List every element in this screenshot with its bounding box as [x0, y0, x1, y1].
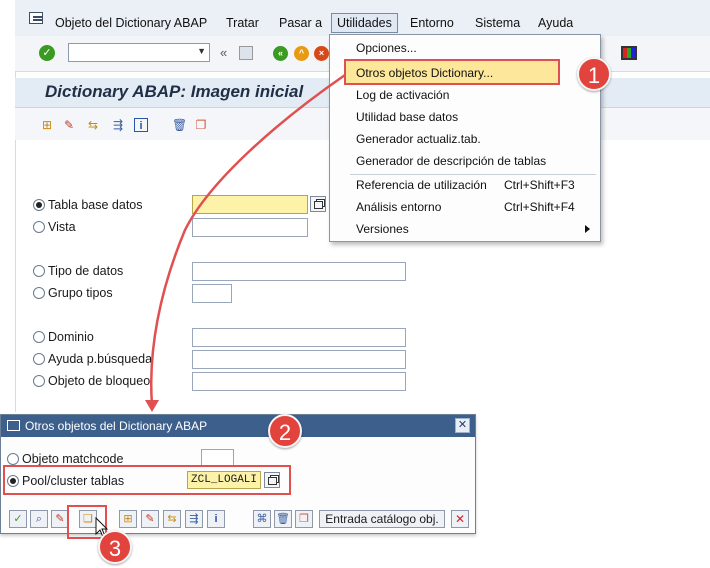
delete-icon[interactable]: 🗑 — [172, 118, 187, 132]
entrada-catalogo-button[interactable]: Entrada catálogo obj. — [319, 510, 445, 528]
option-label: Ayuda p.búsqueda — [48, 352, 153, 366]
f4-help-button[interactable] — [310, 196, 326, 212]
edit-icon[interactable]: ✎ — [141, 510, 159, 528]
menu-otros-objetos-dictionary[interactable]: Otros objetos Dictionary... — [356, 66, 493, 80]
step-badge-1: 1 — [577, 57, 611, 91]
dialog-title: Otros objetos del Dictionary ABAP — [25, 419, 208, 433]
collapse-toolbar-icon[interactable]: « — [220, 45, 227, 60]
close-icon[interactable]: ✕ — [455, 418, 470, 433]
menu-utilidad-base-datos[interactable]: Utilidad base datos — [356, 110, 458, 124]
menu-bar: Objeto del Dictionary ABAP Tratar Pasar … — [15, 0, 710, 36]
utilidades-dropdown-menu: Opciones... Otros objetos Dictionary... … — [329, 34, 601, 242]
shortcut-analisis: Ctrl+Shift+F4 — [504, 200, 575, 214]
transport-icon[interactable]: ❐ — [295, 510, 313, 528]
dominio-input[interactable] — [192, 328, 406, 347]
new-object-icon[interactable]: ⊞ — [119, 510, 137, 528]
f4-help-button[interactable] — [264, 472, 280, 488]
display-icon[interactable]: ⌕ — [30, 510, 48, 528]
step-badge-3: 3 — [98, 530, 132, 564]
option-label: Objeto matchcode — [22, 452, 124, 466]
grupo-tipos-input[interactable] — [192, 284, 232, 303]
where-used-icon[interactable]: ⇶ — [111, 118, 125, 132]
cancel-icon[interactable]: × — [314, 46, 329, 61]
delete-icon[interactable]: 🗑 — [274, 510, 292, 528]
radio-tipo-datos[interactable] — [33, 265, 45, 277]
submenu-arrow-icon — [585, 225, 590, 233]
menu-tratar[interactable]: Tratar — [226, 14, 259, 32]
back-icon[interactable]: « — [273, 46, 288, 61]
menu-analisis-entorno[interactable]: Análisis entorno — [356, 200, 441, 214]
option-label: Objeto de bloqueo — [48, 374, 151, 388]
menu-objeto-dictionary[interactable]: Objeto del Dictionary ABAP — [55, 14, 207, 32]
menu-log-activacion[interactable]: Log de activación — [356, 88, 449, 102]
menu-referencia-utilizacion[interactable]: Referencia de utilización — [356, 178, 487, 192]
enter-icon[interactable]: ✓ — [39, 45, 55, 61]
radio-vista[interactable] — [33, 221, 45, 233]
radio-objeto-bloqueo[interactable] — [33, 375, 45, 387]
radio-objeto-matchcode[interactable] — [7, 453, 19, 465]
menu-ayuda[interactable]: Ayuda — [538, 14, 573, 32]
shortcut-referencia: Ctrl+Shift+F3 — [504, 178, 575, 192]
highlight-box-step-3 — [67, 505, 107, 539]
menu-generador-descripcion[interactable]: Generador de descripción de tablas — [356, 154, 546, 168]
option-label: Pool/cluster tablas — [22, 474, 125, 488]
copy-icon[interactable]: ⇆ — [86, 118, 100, 132]
menu-separator — [350, 174, 596, 175]
menu-sistema[interactable]: Sistema — [475, 14, 520, 32]
menu-utilidades[interactable]: Utilidades — [331, 13, 398, 33]
cancel-icon[interactable]: ✕ — [451, 510, 469, 528]
exit-icon[interactable]: ^ — [294, 46, 309, 61]
info-icon[interactable]: i — [134, 118, 148, 132]
pool-cluster-input[interactable]: ZCL_LOGALI — [187, 471, 261, 489]
option-label: Grupo tipos — [48, 286, 113, 300]
option-label: Dominio — [48, 330, 94, 344]
change-icon[interactable]: ✎ — [62, 118, 76, 132]
menu-pasar-a[interactable]: Pasar a — [279, 14, 322, 32]
radio-ayuda-busqueda[interactable] — [33, 353, 45, 365]
step-badge-2: 2 — [268, 414, 302, 448]
menu-opciones[interactable]: Opciones... — [356, 41, 417, 55]
radio-pool-cluster[interactable] — [7, 475, 19, 487]
dialog-icon — [7, 420, 20, 431]
copy-icon[interactable]: ⇆ — [163, 510, 181, 528]
save-icon[interactable] — [239, 46, 253, 60]
vista-input[interactable] — [192, 218, 308, 237]
where-used-icon[interactable]: ⇶ — [185, 510, 203, 528]
info-icon[interactable]: i — [207, 510, 225, 528]
system-menu-icon[interactable] — [29, 12, 43, 24]
create-icon[interactable]: ⊞ — [40, 118, 54, 132]
option-label: Vista — [48, 220, 76, 234]
command-field[interactable]: ▼ — [68, 43, 210, 62]
tipo-datos-input[interactable] — [192, 262, 406, 281]
display-icon[interactable]: ❐ — [194, 118, 208, 132]
dialog-title-bar: Otros objetos del Dictionary ABAP ✕ — [1, 415, 475, 437]
ayuda-busqueda-input[interactable] — [192, 350, 406, 369]
radio-dominio[interactable] — [33, 331, 45, 343]
chevron-down-icon[interactable]: ▼ — [197, 46, 206, 56]
objeto-bloqueo-input[interactable] — [192, 372, 406, 391]
menu-entorno[interactable]: Entorno — [410, 14, 454, 32]
radio-grupo-tipos[interactable] — [33, 287, 45, 299]
find-icon[interactable]: ⌘ — [253, 510, 271, 528]
confirm-icon[interactable]: ✓ — [9, 510, 27, 528]
page-title: Dictionary ABAP: Imagen inicial — [45, 82, 304, 101]
menu-versiones[interactable]: Versiones — [356, 222, 409, 236]
menu-generador-actualiz[interactable]: Generador actualiz.tab. — [356, 132, 481, 146]
tabla-base-datos-input[interactable] — [192, 195, 308, 214]
option-label: Tabla base datos — [48, 198, 143, 212]
customize-layout-icon[interactable] — [621, 46, 637, 60]
radio-tabla-base-datos[interactable] — [33, 199, 45, 211]
option-label: Tipo de datos — [48, 264, 124, 278]
